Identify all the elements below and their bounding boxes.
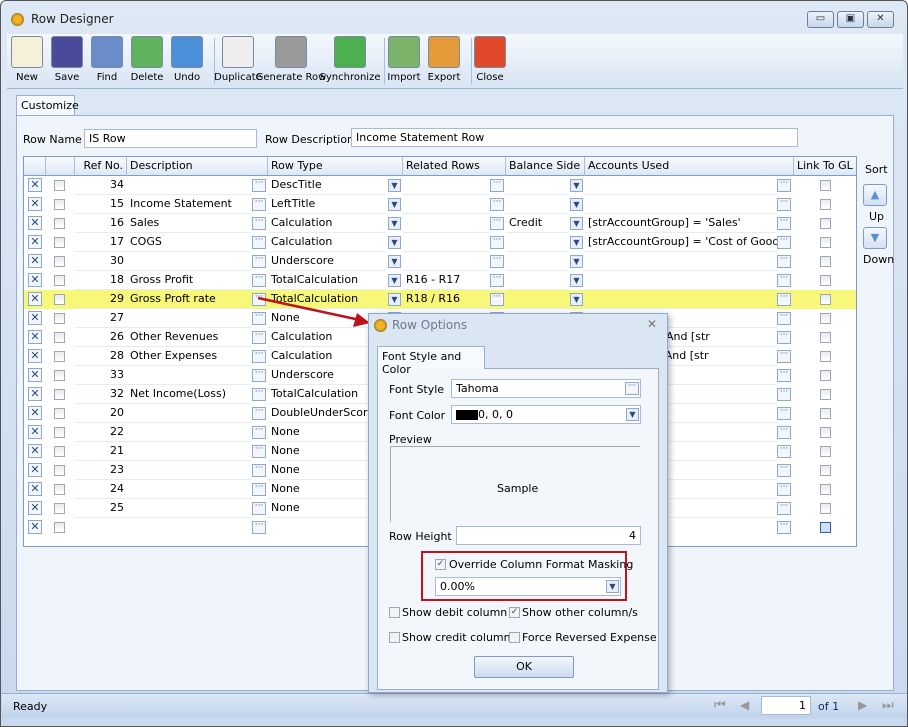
preview-label: Preview bbox=[389, 433, 432, 446]
font-color-label: Font Color bbox=[389, 409, 446, 422]
override-format-label: Override Column Format Masking bbox=[449, 558, 634, 571]
font-color-swatch bbox=[456, 410, 478, 420]
show-debit-label: Show debit column bbox=[402, 606, 508, 619]
ok-button[interactable]: OK bbox=[474, 656, 574, 678]
show-credit-checkbox[interactable] bbox=[389, 632, 400, 643]
preview-sample: Sample bbox=[497, 482, 539, 495]
show-other-checkbox[interactable]: ✓ bbox=[509, 607, 520, 618]
font-style-input[interactable]: Tahoma bbox=[451, 379, 641, 398]
chevron-down-icon[interactable]: ▼ bbox=[626, 408, 639, 421]
dialog-icon bbox=[374, 319, 387, 332]
dialog-title: Row Options bbox=[392, 318, 468, 332]
show-credit-label: Show credit column bbox=[402, 631, 511, 644]
force-reversed-checkbox[interactable] bbox=[509, 632, 520, 643]
override-format-checkbox[interactable]: ✓ bbox=[435, 559, 446, 570]
preview-box: Sample bbox=[390, 446, 640, 522]
font-color-value: 0, 0, 0 bbox=[478, 408, 513, 421]
row-height-label: Row Height bbox=[389, 530, 452, 543]
font-style-label: Font Style bbox=[389, 383, 445, 396]
row-options-dialog: Row Options ✕ Font Style and Color Font … bbox=[368, 313, 668, 693]
force-reversed-label: Force Reversed Expense bbox=[522, 631, 657, 644]
show-debit-checkbox[interactable] bbox=[389, 607, 400, 618]
row-height-input[interactable]: 4 bbox=[456, 526, 641, 545]
dialog-close-button[interactable]: ✕ bbox=[647, 317, 657, 331]
show-other-label: Show other column/s bbox=[522, 606, 638, 619]
font-style-panel: Font Style Tahoma ··· Font Color 0, 0, 0… bbox=[377, 368, 659, 690]
format-mask-select[interactable]: 0.00% bbox=[435, 577, 621, 596]
font-style-browse-button[interactable]: ··· bbox=[625, 382, 639, 395]
tab-font-style-and-color[interactable]: Font Style and Color bbox=[377, 346, 485, 376]
chevron-down-icon[interactable]: ▼ bbox=[606, 580, 619, 593]
font-color-select[interactable]: 0, 0, 0 bbox=[451, 405, 641, 424]
